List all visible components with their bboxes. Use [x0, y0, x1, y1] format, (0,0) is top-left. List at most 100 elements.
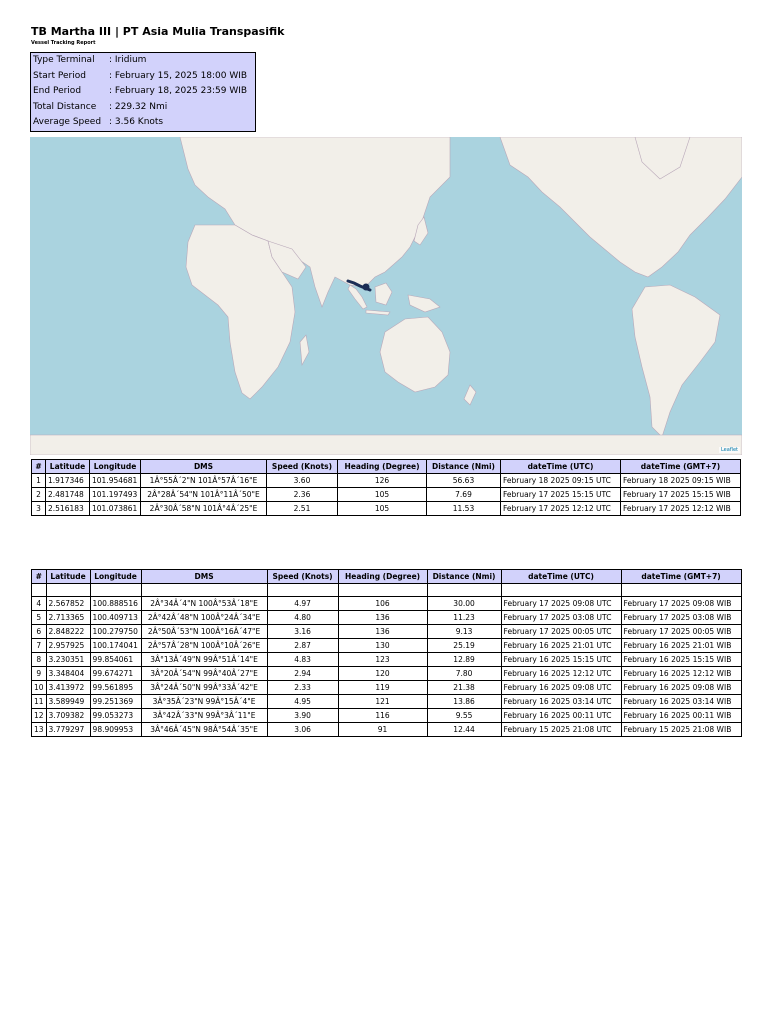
- col-latitude: Latitude: [45, 569, 91, 584]
- tracking-table-page1: # Latitude Longitude DMS Speed (Knots) H…: [31, 459, 741, 516]
- table-row: 6 2.848222 100.279750 2Â°50Â´53"N 100Â°16Â´…: [31, 624, 742, 639]
- vessel-position-marker[interactable]: [362, 283, 370, 291]
- cell-speed: 2.94: [266, 666, 339, 681]
- cell-utc: February 17 2025 12:12 UTC: [500, 501, 621, 516]
- cell-dms: 3Â°35Â´23"N 99Â°15Â´4"E: [140, 694, 268, 709]
- cell-speed: 4.97: [266, 596, 339, 611]
- cell-index: 4: [31, 596, 47, 611]
- cell-utc: February 16 2025 09:08 UTC: [500, 680, 622, 695]
- cell-gmt7: February 16 2025 00:11 WIB: [620, 708, 742, 723]
- cell-latitude: 3.230351: [45, 652, 91, 667]
- tracking-map[interactable]: Leaflet: [30, 137, 742, 455]
- cell-distance: 11.23: [426, 610, 502, 625]
- cell-gmt7: February 16 2025 12:12 WIB: [620, 666, 742, 681]
- table-row: 5 2.713365 100.409713 2Â°42Â´48"N 100Â°24Â´…: [31, 610, 742, 625]
- table-header-row: # Latitude Longitude DMS Speed (Knots) H…: [31, 459, 741, 474]
- cell-dms: 1Â°55Â´2"N 101Â°57Â´16"E: [140, 473, 267, 488]
- cell-utc: February 17 2025 15:15 UTC: [500, 487, 621, 502]
- cell-latitude: 2.713365: [45, 610, 91, 625]
- cell-latitude: 3.413972: [45, 680, 91, 695]
- table-row: 3 2.516183 101.073861 2Â°30Â´58"N 101Â°4Â´2…: [31, 501, 741, 516]
- cell-dms: 3Â°13Â´49"N 99Â°51Â´14"E: [140, 652, 268, 667]
- col-gmt7: dateTime (GMT+7): [620, 569, 742, 584]
- cell-heading: 121: [337, 694, 428, 709]
- cell-gmt7: February 16 2025 15:15 WIB: [620, 652, 742, 667]
- cell-latitude: 2.516183: [45, 501, 90, 516]
- cell-gmt7: February 17 2025 03:08 WIB: [620, 610, 742, 625]
- summary-row-terminal: Type Terminal: Iridium: [31, 53, 255, 69]
- summary-row-distance: Total Distance: 229.32 Nmi: [31, 100, 255, 116]
- col-dms: DMS: [140, 459, 267, 474]
- cell-longitude: 99.674271: [89, 666, 142, 681]
- cell-latitude: 2.481748: [45, 487, 90, 502]
- report-subtitle: Vessel Tracking Report: [31, 40, 96, 46]
- table-row: 4 2.567852 100.888516 2Â°34Â´4"N 100Â°53Â´1…: [31, 596, 742, 611]
- summary-row-start: Start Period : February 15, 2025 18:00 WI…: [31, 69, 255, 85]
- cell-gmt7: February 16 2025 03:14 WIB: [620, 694, 742, 709]
- cell-index: 6: [31, 624, 47, 639]
- cell-utc: February 16 2025 12:12 UTC: [500, 666, 622, 681]
- summary-label: Start Period: [33, 70, 86, 81]
- cell-distance: 21.38: [426, 680, 502, 695]
- col-heading: Heading (Degree): [337, 459, 427, 474]
- cell-longitude: 99.053273: [89, 708, 142, 723]
- cell-longitude: 99.561895: [89, 680, 142, 695]
- col-distance: Distance (Nmi): [426, 569, 502, 584]
- cell-heading: 119: [337, 680, 428, 695]
- cell-distance: 13.86: [426, 694, 502, 709]
- cell-heading: 105: [337, 487, 427, 502]
- cell-utc: February 17 2025 09:08 UTC: [500, 596, 622, 611]
- cell-speed: 2.51: [266, 501, 338, 516]
- col-index: #: [31, 569, 47, 584]
- cell-utc: February 18 2025 09:15 UTC: [500, 473, 621, 488]
- cell-dms: 3Â°46Â´45"N 98Â°54Â´35"E: [140, 722, 268, 737]
- cell-latitude: 3.589949: [45, 694, 91, 709]
- table-row: 7 2.957925 100.174041 2Â°57Â´28"N 100Â°10Â´…: [31, 638, 742, 653]
- cell-speed: 4.95: [266, 694, 339, 709]
- cell-index: 9: [31, 666, 47, 681]
- summary-value: : 3.56 Knots: [109, 117, 164, 128]
- col-utc: dateTime (UTC): [500, 459, 621, 474]
- land-antarctica: [30, 434, 742, 455]
- summary-value: : February 15, 2025 18:00 WIB: [109, 70, 248, 81]
- cell-utc: February 16 2025 00:11 UTC: [500, 708, 622, 723]
- cell-heading: 130: [337, 638, 428, 653]
- cell-latitude: 3.779297: [45, 722, 91, 737]
- cell-heading: 120: [337, 666, 428, 681]
- summary-value: : Iridium: [109, 55, 147, 65]
- summary-label: Total Distance: [33, 101, 97, 112]
- cell-longitude: 101.197493: [89, 487, 141, 502]
- cell-gmt7: February 16 2025 21:01 WIB: [620, 638, 742, 653]
- cell-gmt7: February 17 2025 09:08 WIB: [620, 596, 742, 611]
- cell-heading: 126: [337, 473, 427, 488]
- cell-heading: 106: [337, 596, 428, 611]
- cell-speed: 3.90: [266, 708, 339, 723]
- cell-dms: 3Â°20Â´54"N 99Â°40Â´27"E: [140, 666, 268, 681]
- col-dms: DMS: [140, 569, 268, 584]
- cell-dms: 2Â°34Â´4"N 100Â°53Â´18"E: [140, 596, 268, 611]
- map-attribution[interactable]: Leaflet: [718, 447, 740, 453]
- summary-box: Type Terminal: Iridium Start Period : Feb…: [30, 52, 256, 132]
- cell-longitude: 100.279750: [89, 624, 142, 639]
- cell-longitude: 101.954681: [89, 473, 141, 488]
- cell-longitude: 99.854061: [89, 652, 142, 667]
- table-body-page1: 1 1.917346 101.954681 1Â°55Â´2"N 101Â°57Â´1…: [31, 473, 741, 516]
- cell-longitude: 100.174041: [89, 638, 142, 653]
- cell-index: 3: [31, 501, 46, 516]
- cell-utc: February 17 2025 03:08 UTC: [500, 610, 622, 625]
- table-row: 11 3.589949 99.251369 3Â°35Â´23"N 99Â°15Â´4…: [31, 694, 742, 709]
- col-heading: Heading (Degree): [337, 569, 428, 584]
- cell-distance: 56.63: [426, 473, 501, 488]
- col-latitude: Latitude: [45, 459, 90, 474]
- cell-index: 13: [31, 722, 47, 737]
- table-row: 8 3.230351 99.854061 3Â°13Â´49"N 99Â°51Â´14…: [31, 652, 742, 667]
- cell-utc: February 17 2025 00:05 UTC: [500, 624, 622, 639]
- summary-value: : February 18, 2025 23:59 WIB: [109, 86, 248, 97]
- cell-dms: 2Â°57Â´28"N 100Â°10Â´26"E: [140, 638, 268, 653]
- col-distance: Distance (Nmi): [426, 459, 501, 474]
- cell-heading: 105: [337, 501, 427, 516]
- cell-speed: 2.33: [266, 680, 339, 695]
- cell-speed: 3.16: [266, 624, 339, 639]
- cell-distance: 7.69: [426, 487, 501, 502]
- cell-gmt7: February 17 2025 00:05 WIB: [620, 624, 742, 639]
